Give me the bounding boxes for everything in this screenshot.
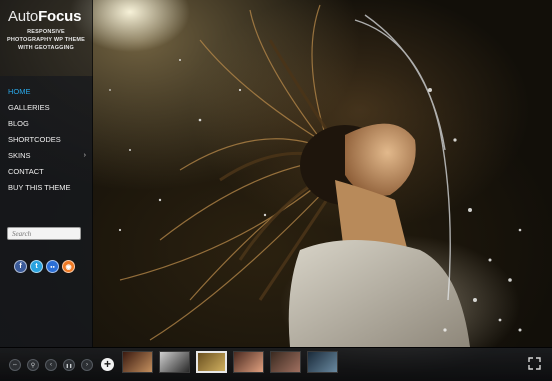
site-tagline: Responsive photography WP theme with geo… — [7, 29, 85, 51]
main-navigation: HOME GALLERIES BLOG SHORTCODES SKINS › CO… — [0, 84, 92, 196]
nav-item-label: GALLERIES — [8, 103, 50, 112]
thumbnail-4[interactable] — [233, 351, 264, 373]
thumbnail-6[interactable] — [307, 351, 338, 373]
nav-item-label: CONTACT — [8, 167, 44, 176]
nav-item-contact[interactable]: CONTACT — [0, 164, 92, 180]
facebook-icon[interactable]: f — [14, 260, 27, 273]
logo-text-focus: Focus — [38, 8, 82, 25]
nav-item-shortcodes[interactable]: SHORTCODES — [0, 132, 92, 148]
nav-item-label: BLOG — [8, 119, 29, 128]
location-pin-icon[interactable]: ⚲ — [27, 359, 39, 371]
nav-item-blog[interactable]: BLOG — [0, 116, 92, 132]
fullscreen-icon[interactable]: ⇔ — [9, 359, 21, 371]
thumbnail-1[interactable] — [122, 351, 153, 373]
nav-item-label: SKINS — [8, 151, 31, 160]
nav-item-label: BUY THIS THEME — [8, 183, 71, 192]
slideshow-controls: ⇔ ⚲ ‹ ❚❚ › — [9, 359, 93, 371]
nav-item-galleries[interactable]: GALLERIES — [0, 100, 92, 116]
site-logo[interactable]: AutoFocus — [8, 8, 81, 25]
search-input[interactable] — [7, 227, 81, 240]
thumbnail-5[interactable] — [270, 351, 301, 373]
expand-icon[interactable] — [528, 357, 541, 370]
twitter-icon[interactable]: t — [30, 260, 43, 273]
nav-item-label: SHORTCODES — [8, 135, 61, 144]
previous-icon[interactable]: ‹ — [45, 359, 57, 371]
pause-icon[interactable]: ❚❚ — [63, 359, 75, 371]
thumbnail-3[interactable] — [196, 351, 227, 373]
rss-icon[interactable]: ◉ — [62, 260, 75, 273]
flickr-icon[interactable]: ●● — [46, 260, 59, 273]
thumbnail-strip — [122, 351, 338, 373]
sidebar: AutoFocus Responsive photography WP them… — [0, 0, 93, 347]
chevron-right-icon: › — [83, 152, 86, 159]
thumbnail-2[interactable] — [159, 351, 190, 373]
next-icon[interactable]: › — [81, 359, 93, 371]
social-links: f t ●● ◉ — [14, 260, 75, 273]
nav-item-skins[interactable]: SKINS › — [0, 148, 92, 164]
logo-text-auto: Auto — [8, 8, 39, 25]
nav-item-home[interactable]: HOME — [0, 84, 92, 100]
nav-item-buy-this-theme[interactable]: BUY THIS THEME — [0, 180, 92, 196]
nav-item-label: HOME — [8, 87, 31, 96]
add-thumbnails-button[interactable]: + — [101, 358, 114, 371]
